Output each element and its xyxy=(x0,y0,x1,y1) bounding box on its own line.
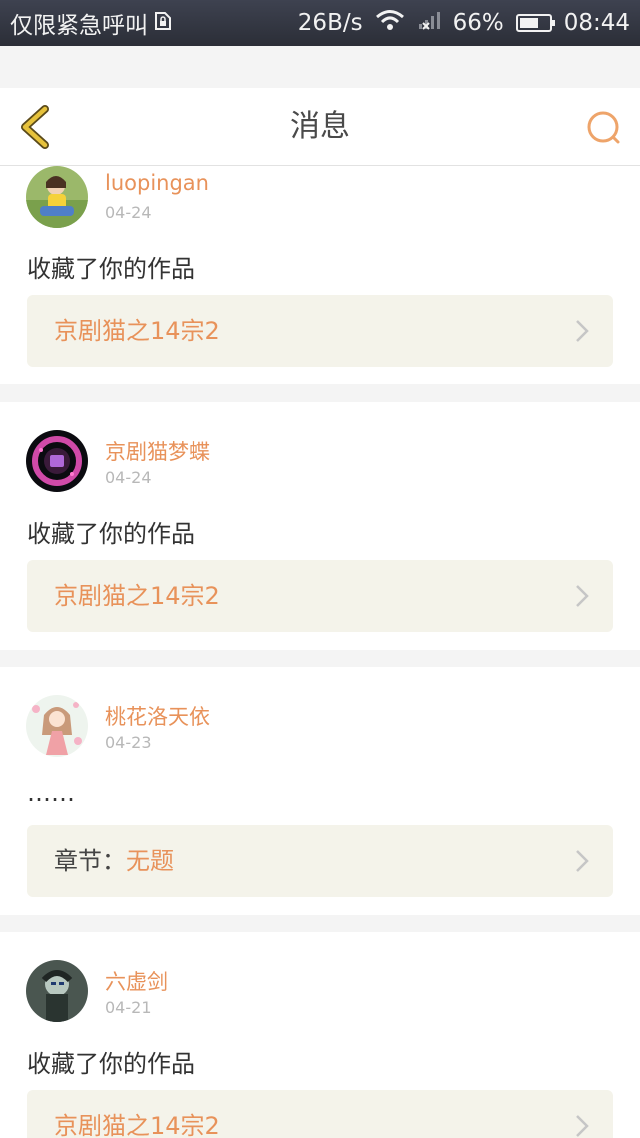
chevron-right-icon xyxy=(576,320,589,342)
ref-title: 无题 xyxy=(126,847,174,875)
username[interactable]: 六虚剑 xyxy=(105,966,168,996)
search-icon xyxy=(587,111,620,144)
message-text: 收藏了你的作品 xyxy=(27,520,195,548)
message-text: 收藏了你的作品 xyxy=(27,255,195,283)
ref-title: 京剧猫之14宗2 xyxy=(54,582,220,610)
header-spacer xyxy=(0,46,640,88)
work-link-label: 京剧猫之14宗2 xyxy=(54,295,220,367)
battery-percent: 66% xyxy=(452,10,504,36)
ref-prefix: 章节： xyxy=(54,847,126,875)
sim-lock-icon xyxy=(154,9,172,37)
work-link[interactable]: 京剧猫之14宗2 xyxy=(27,295,613,367)
status-left: 仅限紧急呼叫 xyxy=(10,0,172,46)
message-text: 收藏了你的作品 xyxy=(27,1050,195,1078)
title-bar: 消息 xyxy=(0,88,640,166)
chevron-right-icon xyxy=(576,1115,589,1137)
page-title: 消息 xyxy=(290,109,350,144)
message-date: 04-24 xyxy=(105,203,152,222)
clock: 08:44 xyxy=(563,10,630,36)
signal-icon xyxy=(417,9,441,37)
work-link[interactable]: 京剧猫之14宗2 xyxy=(27,1090,613,1138)
message-card: luopingan 04-24 收藏了你的作品 京剧猫之14宗2 xyxy=(0,166,640,384)
message-date: 04-23 xyxy=(105,733,152,752)
chevron-right-icon xyxy=(576,585,589,607)
carrier-label: 仅限紧急呼叫 xyxy=(10,13,148,39)
work-link[interactable]: 京剧猫之14宗2 xyxy=(27,560,613,632)
message-card: 京剧猫梦蝶 04-24 收藏了你的作品 京剧猫之14宗2 xyxy=(0,402,640,650)
username[interactable]: luopingan xyxy=(105,171,209,195)
message-date: 04-24 xyxy=(105,468,152,487)
username[interactable]: 桃花洛天依 xyxy=(105,701,210,731)
battery-fill xyxy=(519,18,539,28)
avatar[interactable] xyxy=(26,695,88,757)
avatar[interactable] xyxy=(26,430,88,492)
battery-icon xyxy=(515,14,555,32)
chapter-link[interactable]: 章节：无题 xyxy=(27,825,613,897)
message-card: 桃花洛天依 04-23 …… 章节：无题 xyxy=(0,667,640,915)
message-text: …… xyxy=(27,779,75,807)
chevron-right-icon xyxy=(576,850,589,872)
username[interactable]: 京剧猫梦蝶 xyxy=(105,436,210,466)
status-right: 26B/s 66% 08:44 xyxy=(298,0,630,46)
status-bar: 仅限紧急呼叫 26B/s 66% 08:44 xyxy=(0,0,640,46)
net-speed: 26B/s xyxy=(297,10,363,36)
search-button[interactable] xyxy=(582,106,626,150)
message-date: 04-21 xyxy=(105,998,152,1017)
ref-title: 京剧猫之14宗2 xyxy=(54,1112,220,1138)
message-card: 六虚剑 04-21 收藏了你的作品 京剧猫之14宗2 xyxy=(0,932,640,1138)
message-list[interactable]: luopingan 04-24 收藏了你的作品 京剧猫之14宗2 京剧猫梦蝶 0… xyxy=(0,166,640,1138)
work-link-label: 京剧猫之14宗2 xyxy=(54,560,220,632)
work-link-label: 京剧猫之14宗2 xyxy=(54,1090,220,1138)
chapter-link-label: 章节：无题 xyxy=(54,825,174,897)
avatar[interactable] xyxy=(26,166,88,228)
wifi-icon xyxy=(375,9,405,37)
ref-title: 京剧猫之14宗2 xyxy=(54,317,220,345)
avatar[interactable] xyxy=(26,960,88,1022)
